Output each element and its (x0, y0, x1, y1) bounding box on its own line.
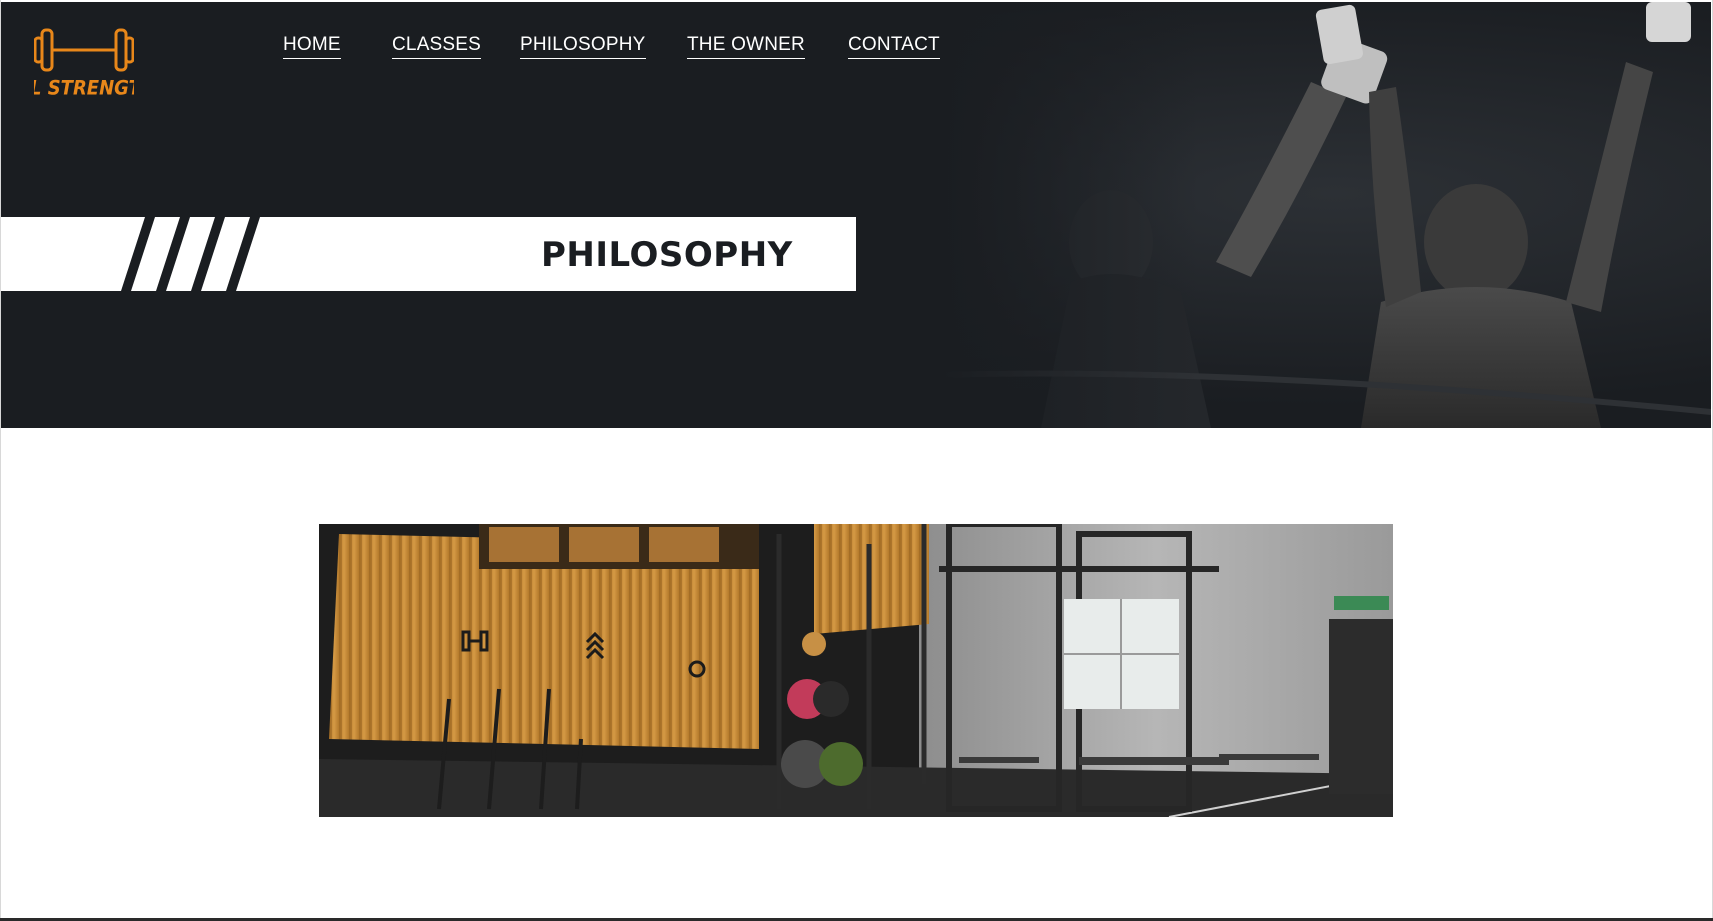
nav-classes-link[interactable]: CLASSES (392, 34, 482, 59)
nav-the-owner-link[interactable]: THE OWNER (687, 34, 805, 59)
hero-banner: ML STRENGTH HOME CLASSES PHILOSOPHY THE … (1, 2, 1711, 428)
decorative-stripes (121, 217, 260, 291)
logo-wordmark: ML STRENGTH (34, 77, 134, 100)
hero-athlete-photo (1, 2, 1711, 428)
ml-strength-logo[interactable]: ML STRENGTH (34, 22, 134, 102)
page-title: PHILOSOPHY (541, 235, 793, 275)
gym-interior-photo (319, 524, 1393, 817)
nav-philosophy-link[interactable]: PHILOSOPHY (520, 34, 646, 59)
nav-contact-link[interactable]: CONTACT (848, 34, 940, 59)
nav-home-link[interactable]: HOME (283, 34, 341, 59)
page-title-band: PHILOSOPHY (1, 217, 856, 291)
